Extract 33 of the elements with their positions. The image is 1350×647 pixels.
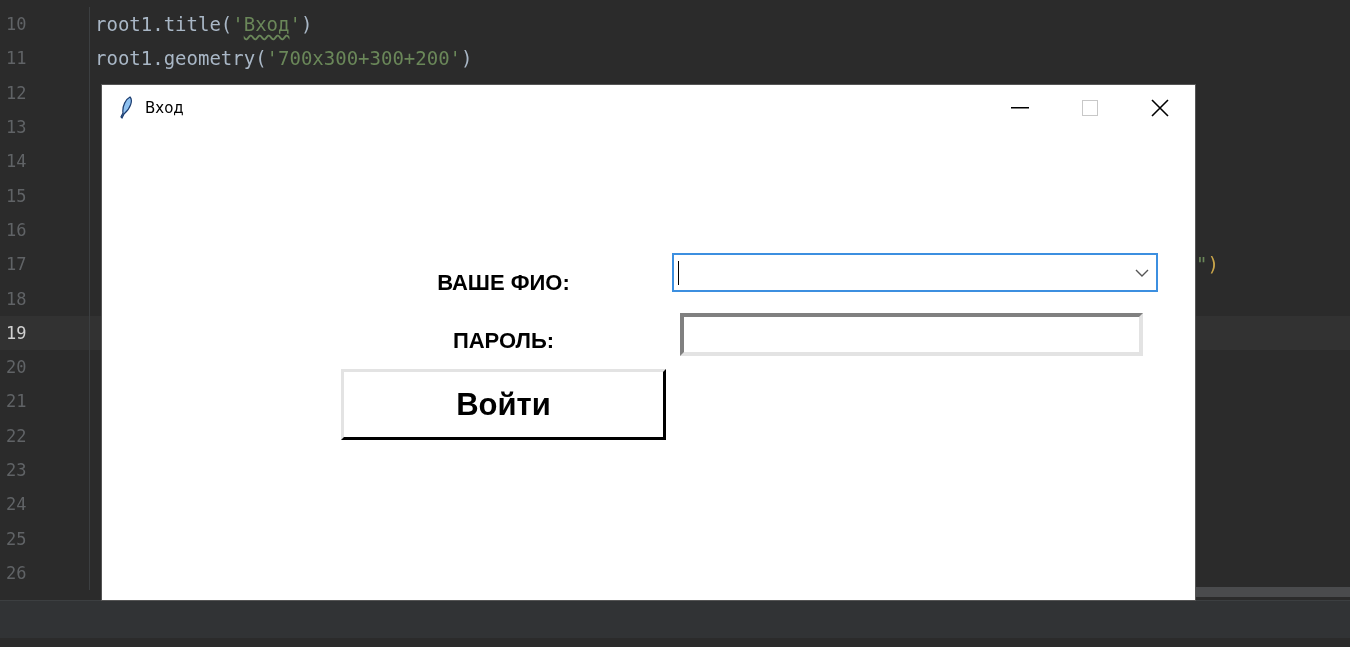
line-number: 10 xyxy=(5,14,28,35)
window-title: Вход xyxy=(145,98,184,117)
line-number: 19 xyxy=(5,322,28,343)
text-cursor xyxy=(678,260,679,285)
code-line: root1.geometry('700x300+300+200') xyxy=(95,47,473,70)
line-number: 26 xyxy=(5,562,28,583)
line-number: 24 xyxy=(5,494,28,515)
chevron-down-icon[interactable] xyxy=(1135,268,1149,277)
line-number: 23 xyxy=(5,460,28,480)
line-number: 20 xyxy=(5,357,28,378)
scrollbar[interactable] xyxy=(1195,587,1350,597)
line-number: 16 xyxy=(5,219,28,240)
password-field[interactable] xyxy=(680,313,1143,356)
minimize-icon xyxy=(1011,106,1029,109)
code-line: root1.title('Вход') xyxy=(95,13,313,36)
line-number: 22 xyxy=(5,425,28,446)
code-fragment: ") xyxy=(1196,253,1219,276)
maximize-icon xyxy=(1082,99,1098,116)
line-number: 11 xyxy=(5,48,28,69)
line-number: 12 xyxy=(5,82,28,103)
line-number: 17 xyxy=(5,254,28,275)
name-combobox[interactable] xyxy=(672,253,1158,292)
line-number: 15 xyxy=(5,185,28,206)
feather-icon xyxy=(119,95,133,120)
line-number: 21 xyxy=(5,391,28,412)
line-number: 14 xyxy=(5,151,28,172)
field-label: ПАРОЛЬ: xyxy=(452,328,555,354)
line-number: 18 xyxy=(5,288,28,309)
field-label: ВАШЕ ФИО: xyxy=(437,270,570,296)
line-number: 25 xyxy=(5,528,28,549)
login-button[interactable]: Войти xyxy=(341,369,666,440)
close-icon xyxy=(1151,98,1169,117)
line-number: 13 xyxy=(5,117,28,138)
